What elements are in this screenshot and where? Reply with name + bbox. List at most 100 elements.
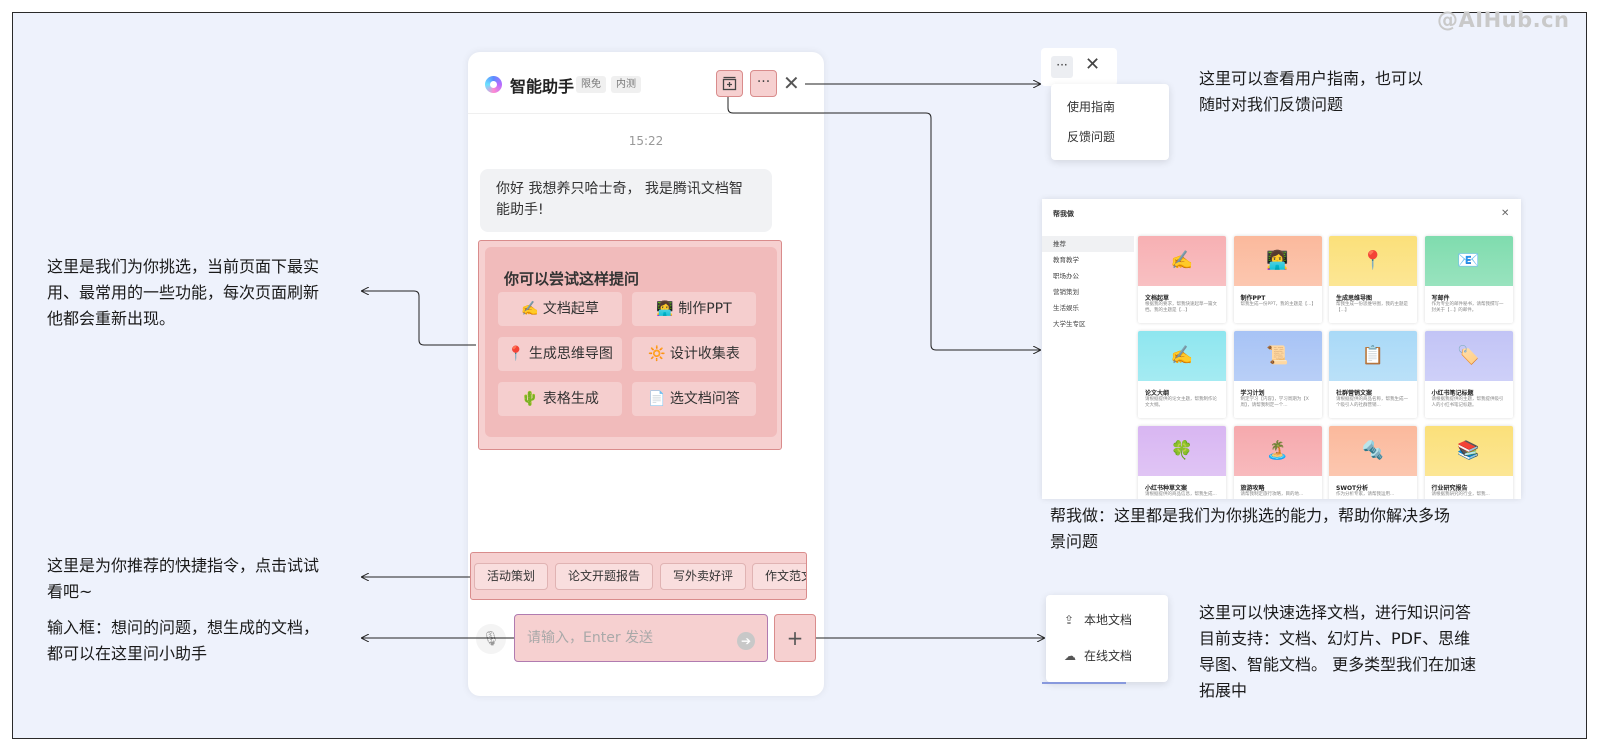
assistant-logo-icon (485, 76, 502, 93)
close-icon[interactable]: ✕ (1085, 54, 1100, 75)
card-title: 小红书种草文案 (1145, 485, 1188, 492)
suggested-questions-title: 你可以尝试这样提问 (504, 270, 640, 288)
card-illustration: 🏷️ (1424, 331, 1513, 381)
close-icon[interactable]: ✕ (783, 72, 800, 94)
card-illustration: 👩‍💻 (1233, 236, 1322, 286)
capability-card[interactable]: 🍀 小红书种草文案 请根据提供的商品信息，帮我生成... (1138, 426, 1226, 499)
card-title: 小红书笔记标题 (1431, 390, 1474, 397)
shortcut-chip[interactable]: 活动策划 (474, 563, 549, 590)
note-line: 导图、智能文档。 更多类型我们在加速 (1199, 655, 1477, 674)
close-icon[interactable]: ✕ (1501, 208, 1509, 219)
card-illustration: 📧 (1424, 236, 1513, 286)
suggestion-form[interactable]: 🔆 设计收集表 (632, 337, 756, 371)
chat-input-box[interactable]: ➔ (514, 614, 768, 662)
upload-online-item[interactable]: ☁ 在线文档 (1064, 646, 1132, 666)
note-line: 这里可以查看用户指南，也可以 (1199, 69, 1424, 88)
card-title: 行业研究报告 (1431, 485, 1468, 492)
note-line: 用、最常用的一些功能，每次页面刷新 (47, 283, 320, 302)
capability-card[interactable]: 📜 学习计划 制定学习【内容】，学习周期为【X周】，请帮我制定一个... (1233, 331, 1322, 418)
chat-title: 智能助手 (510, 77, 575, 96)
note-line: 这里是为你推荐的快捷指令，点击试试 (47, 556, 320, 575)
shortcut-chip[interactable]: 论文开题报告 (555, 563, 654, 590)
note-line: 这里是我们为你挑选，当前页面下最实 (47, 257, 320, 276)
card-description: 作为分析专家，请帮我运用... (1336, 492, 1395, 497)
card-title: 学习计划 (1240, 390, 1265, 397)
menu-item-feedback[interactable]: 反馈问题 (1051, 122, 1169, 152)
add-document-button[interactable]: + (774, 614, 816, 662)
suggestion-draft-doc[interactable]: ✍️ 文档起草 (498, 292, 622, 326)
more-icon[interactable]: ··· (1051, 56, 1073, 78)
card-illustration: 📋 (1329, 331, 1417, 381)
card-description: 请根据提供的商品信息，帮我生成... (1145, 492, 1217, 497)
menu-item-guide[interactable]: 使用指南 (1051, 92, 1169, 122)
note-line: 都可以在这里问小助手 (47, 644, 208, 663)
note-line: 输入框：想问的问题，想生成的文档， (47, 618, 320, 637)
suggestion-mindmap[interactable]: 📍 生成思维导图 (498, 337, 622, 371)
card-title: 文档起草 (1145, 295, 1170, 302)
card-description: 请根据提供的商品名称，帮我生成一个吸引人的社群营销... (1336, 397, 1408, 408)
card-title: 旅游攻略 (1240, 485, 1265, 492)
capability-card[interactable]: 📚 行业研究报告 请根据我研究的行业，帮我... (1424, 426, 1513, 499)
new-chat-button[interactable] (716, 70, 743, 97)
capability-card[interactable]: ✍️ 论文大纲 请根据提供的论文主题，帮我制作论文大纲。 (1138, 331, 1226, 418)
note-help: 帮我做：这里都是我们为你挑选的能力，帮助你解决多场 景问题 (1050, 503, 1450, 555)
assistant-chat-panel: 智能助手 限免 内测 ··· ✕ 15:22 你好 我想养只哈士奇， 我是腾讯文… (468, 52, 824, 696)
send-icon[interactable]: ➔ (737, 632, 755, 650)
watermark: @AIHub.cn (1437, 8, 1570, 32)
capability-card[interactable]: 🏝️ 旅游攻略 请帮我制定旅行攻略，目的地... (1233, 426, 1322, 499)
card-illustration: 🏝️ (1233, 426, 1322, 476)
shortcut-chip[interactable]: 作文范文 (752, 563, 806, 590)
category-item[interactable]: 大学生专区 (1042, 316, 1134, 332)
microphone-icon[interactable]: 🎙 (476, 624, 506, 654)
more-menu-popup: ··· ✕ 使用指南 反馈问题 (1041, 48, 1169, 160)
card-title: 论文大纲 (1145, 390, 1170, 397)
cloud-doc-icon: ☁ (1064, 649, 1076, 663)
capability-card[interactable]: 👩‍💻 制作PPT 帮我生成一份PPT，我的主题是【...】 (1233, 236, 1322, 323)
suggestion-sheet[interactable]: 🌵 表格生成 (498, 382, 622, 416)
card-title: 生成思维导图 (1336, 295, 1373, 302)
upload-online-label: 在线文档 (1084, 649, 1133, 663)
category-item[interactable]: 营销策划 (1042, 284, 1134, 300)
capability-card[interactable]: ✍️ 文档起草 根据我的要求，帮我快速起草一篇文档。我的主题是【...】 (1138, 236, 1226, 323)
capability-card[interactable]: 📧 写邮件 作为专业的邮件秘书，请帮我撰写一封关于【...】的邮件。 (1424, 236, 1513, 323)
note-line: 这里可以快速选择文档，进行知识问答 (1199, 603, 1472, 622)
help-panel-title: 帮我做 (1053, 210, 1074, 218)
menu-list: 使用指南 反馈问题 (1051, 84, 1169, 160)
card-description: 请根据提供的论文主题，帮我制作论文大纲。 (1145, 397, 1217, 408)
note-line: 他都会重新出现。 (47, 309, 176, 328)
message-timestamp: 15:22 (628, 134, 664, 148)
card-description: 请帮我制定旅行攻略，目的地... (1240, 492, 1304, 497)
popup-underline (1042, 682, 1126, 684)
card-description: 请根据我提供的主题，帮我提供吸引人的小红书笔记标题。 (1431, 397, 1504, 408)
capability-card[interactable]: 📋 社群营销文案 请根据提供的商品名称，帮我生成一个吸引人的社群营销... (1329, 331, 1417, 418)
upload-local-item[interactable]: ⇪ 本地文档 (1064, 610, 1132, 630)
beta-badge: 内测 (611, 76, 641, 93)
card-description: 作为专业的邮件秘书，请帮我撰写一封关于【...】的邮件。 (1431, 302, 1504, 313)
card-illustration: ✍️ (1138, 236, 1226, 286)
card-title: 制作PPT (1240, 295, 1266, 302)
note-upload: 这里可以快速选择文档，进行知识问答 目前支持：文档、幻灯片、PDF、思维 导图、… (1199, 600, 1476, 704)
shortcut-chip[interactable]: 写外卖好评 (660, 563, 747, 590)
suggestion-doc-qa[interactable]: 📄 选文档问答 (632, 382, 756, 416)
card-title: 社群营销文案 (1336, 390, 1373, 397)
upload-icon: ⇪ (1064, 613, 1075, 627)
menu-header: ··· ✕ (1041, 48, 1117, 86)
suggestion-make-ppt[interactable]: 👩‍💻 制作PPT (632, 292, 756, 326)
category-item[interactable]: 教育教学 (1042, 252, 1134, 268)
note-line: 景问题 (1050, 532, 1099, 551)
category-item[interactable]: 职场办公 (1042, 268, 1134, 284)
suggested-questions-card: 你可以尝试这样提问 ✍️ 文档起草 👩‍💻 制作PPT 📍 生成思维导图 🔆 设… (478, 240, 782, 450)
free-badge: 限免 (576, 76, 606, 93)
more-options-button[interactable]: ··· (750, 70, 777, 97)
card-illustration: 📚 (1424, 426, 1513, 476)
note-input: 输入框：想问的问题，想生成的文档， 都可以在这里问小助手 (47, 615, 319, 667)
note-line: 拓展中 (1199, 681, 1248, 700)
capability-card[interactable]: 🏷️ 小红书笔记标题 请根据我提供的主题，帮我提供吸引人的小红书笔记标题。 (1424, 331, 1513, 418)
card-illustration: ✍️ (1138, 331, 1226, 381)
chat-input[interactable] (527, 627, 727, 649)
category-item[interactable]: 生活娱乐 (1042, 300, 1134, 316)
category-item[interactable]: 推荐 (1042, 236, 1134, 252)
capability-card[interactable]: 🔩 SWOT分析 作为分析专家，请帮我运用... (1329, 426, 1417, 499)
capability-card[interactable]: 📍 生成思维导图 帮我生成一份思维导图，我的主题是【...】 (1329, 236, 1417, 323)
note-line: 帮我做：这里都是我们为你挑选的能力，帮助你解决多场 (1050, 506, 1451, 525)
